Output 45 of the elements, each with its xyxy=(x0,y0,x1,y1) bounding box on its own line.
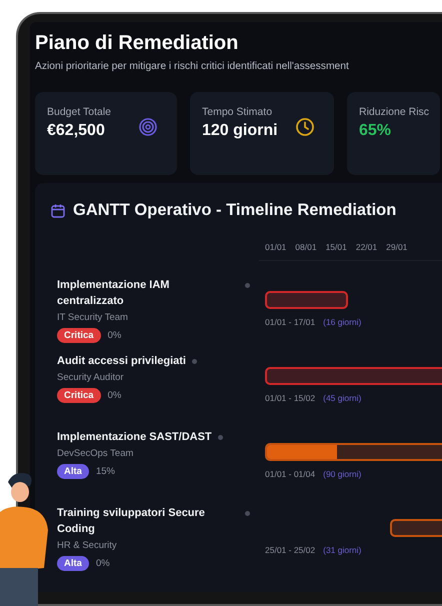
task-date-range: 01/01 - 01/04 xyxy=(265,469,316,479)
timeline-date: 01/01 xyxy=(265,242,286,252)
status-dot xyxy=(192,359,197,364)
priority-badge: Alta xyxy=(57,464,89,479)
task-duration: (16 giorni) xyxy=(323,317,362,327)
task-duration: (31 giorni) xyxy=(323,545,362,555)
gantt-title: GANTT Operativo - Timeline Remediation xyxy=(73,201,396,220)
target-icon xyxy=(139,118,157,136)
status-dot xyxy=(245,511,250,516)
task-date-range: 01/01 - 15/02 xyxy=(265,393,316,403)
timeline-date: 15/01 xyxy=(326,242,347,252)
stat-label: Tempo Stimato xyxy=(202,106,274,118)
timeline-date: 22/01 xyxy=(356,242,378,252)
status-dot xyxy=(245,283,250,288)
page-subtitle: Azioni prioritarie per mitigare i rischi critici identificati nell'assessment xyxy=(35,61,349,72)
status-dot xyxy=(218,435,223,440)
task-date-range: 01/01 - 17/01 xyxy=(265,317,316,327)
stat-value: €62,500 xyxy=(47,122,106,140)
priority-badge: Critica xyxy=(57,328,101,343)
task-team: HR & Security xyxy=(57,540,118,551)
task-name: Implementazione IAM centralizzato xyxy=(57,278,170,309)
percent-text: 0% xyxy=(96,558,110,569)
clock-icon xyxy=(296,118,314,136)
priority-badge: Alta xyxy=(57,556,89,571)
stat-value: 65% xyxy=(359,122,392,140)
page-title: Piano di Remediation xyxy=(35,31,238,56)
percent-text: 15% xyxy=(96,466,115,477)
priority-badge: Critica xyxy=(57,388,101,403)
task-name: Training sviluppatori Secure Coding xyxy=(57,506,206,537)
task-date-range: 25/01 - 25/02 xyxy=(265,545,316,555)
task-team: DevSecOps Team xyxy=(57,448,134,459)
stat-label: Riduzione Risc xyxy=(359,106,430,118)
task-name: Implementazione SAST/DAST xyxy=(57,430,212,445)
task-name: Audit accessi privilegiati xyxy=(57,354,186,369)
percent-text: 0% xyxy=(108,390,122,401)
stat-value: 120 giorni xyxy=(202,122,279,140)
task-duration: (45 giorni) xyxy=(323,393,362,403)
stat-label: Budget Totale xyxy=(47,106,112,118)
task-team: Security Auditor xyxy=(57,372,125,383)
calendar-icon xyxy=(51,204,65,218)
timeline-date: 29/01 xyxy=(386,242,408,252)
percent-text: 0% xyxy=(108,330,122,341)
task-duration: (90 giorni) xyxy=(323,469,362,479)
timeline-date: 08/01 xyxy=(295,242,317,252)
task-team: IT Security Team xyxy=(57,312,129,323)
